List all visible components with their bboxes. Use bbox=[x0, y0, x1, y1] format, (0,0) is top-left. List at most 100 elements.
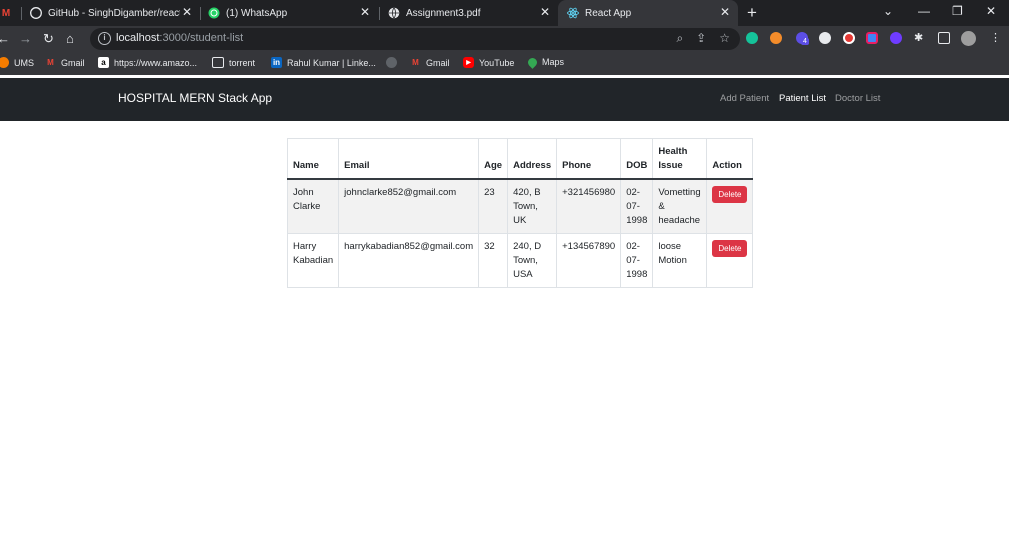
extension-purple-icon[interactable]: 4 bbox=[796, 32, 809, 45]
bookmark-gmail[interactable]: M Gmail bbox=[45, 57, 85, 68]
cell-email: johnclarke852@gmail.com bbox=[338, 178, 480, 234]
globe-icon bbox=[386, 57, 397, 68]
globe-icon bbox=[388, 7, 400, 19]
cell-action: Delete bbox=[706, 232, 754, 288]
table-body: John Clarke johnclarke852@gmail.com 23 4… bbox=[286, 178, 754, 288]
bookmark-youtube[interactable]: ▶ YouTube bbox=[463, 57, 514, 68]
cell-dob: 02-07-1998 bbox=[620, 178, 654, 234]
cell-address: 420, B Town, UK bbox=[507, 178, 558, 234]
close-icon[interactable]: ✕ bbox=[182, 6, 192, 18]
extension-white-icon[interactable] bbox=[819, 32, 831, 44]
share-icon[interactable]: ⇪ bbox=[696, 31, 706, 46]
menu-kebab-icon[interactable]: ⋮ bbox=[990, 32, 1002, 44]
back-button[interactable]: ← bbox=[0, 31, 10, 47]
col-header-action: Action bbox=[706, 138, 754, 180]
tab-separator bbox=[379, 7, 380, 20]
grammarly-icon[interactable] bbox=[746, 32, 758, 44]
tab-title: GitHub - SinghDigamber/react-m bbox=[48, 7, 180, 19]
react-icon bbox=[567, 7, 579, 19]
nav-doctor-list[interactable]: Doctor List bbox=[835, 93, 880, 104]
home-button[interactable]: ⌂ bbox=[66, 31, 74, 47]
bookmark-label: Rahul Kumar | Linke... bbox=[287, 57, 376, 68]
url-host: localhost bbox=[116, 32, 160, 44]
reload-button[interactable]: ↻ bbox=[43, 31, 54, 47]
nav-patient-list[interactable]: Patient List bbox=[779, 93, 826, 104]
tab-github[interactable]: GitHub - SinghDigamber/react-m ✕ bbox=[28, 0, 200, 26]
tab-separator bbox=[21, 7, 22, 20]
forward-button[interactable]: → bbox=[19, 31, 32, 47]
tab-separator bbox=[200, 7, 201, 20]
delete-button[interactable]: Delete bbox=[712, 239, 748, 257]
tab-whatsapp[interactable]: (1) WhatsApp ✕ bbox=[206, 0, 378, 26]
extension-square-icon[interactable] bbox=[866, 32, 878, 44]
bookmark-ums[interactable]: UMS bbox=[0, 57, 34, 68]
extension-record-icon[interactable] bbox=[843, 32, 855, 44]
delete-button[interactable]: Delete bbox=[712, 185, 748, 203]
tab-assignment-pdf[interactable]: Assignment3.pdf ✕ bbox=[386, 0, 558, 26]
bookmark-globe[interactable] bbox=[386, 57, 402, 68]
cell-health-issue: loose Motion bbox=[652, 232, 708, 288]
bookmark-label: UMS bbox=[14, 57, 34, 68]
bookmark-label: Gmail bbox=[61, 57, 85, 68]
linkedin-icon: in bbox=[271, 57, 282, 68]
gmail-icon: M bbox=[1, 7, 11, 19]
cell-age: 23 bbox=[478, 178, 509, 234]
info-icon[interactable]: i bbox=[98, 32, 111, 45]
cell-name: John Clarke bbox=[286, 178, 340, 234]
bookmark-label: Gmail bbox=[426, 57, 450, 68]
maps-pin-icon bbox=[526, 55, 539, 69]
col-header-address: Address bbox=[507, 138, 558, 180]
github-icon bbox=[30, 7, 42, 19]
bookmark-label: Maps bbox=[542, 57, 565, 67]
bookmark-gmail-2[interactable]: M Gmail bbox=[410, 57, 450, 68]
bookmark-maps[interactable]: Maps bbox=[526, 55, 565, 69]
close-window-button[interactable]: ✕ bbox=[986, 4, 996, 18]
col-header-age: Age bbox=[478, 138, 509, 180]
address-bar-actions: ⌕ ⇪ ☆ bbox=[676, 31, 730, 46]
cell-phone: +321456980 bbox=[556, 178, 622, 234]
profile-avatar-icon[interactable] bbox=[961, 31, 976, 46]
close-icon[interactable]: ✕ bbox=[360, 6, 370, 18]
amazon-icon: a bbox=[98, 57, 109, 68]
table-row: John Clarke johnclarke852@gmail.com 23 4… bbox=[286, 178, 754, 234]
address-bar[interactable]: i localhost:3000/student-list ⌕ ⇪ ☆ bbox=[90, 28, 740, 50]
close-icon[interactable]: ✕ bbox=[540, 6, 550, 18]
cell-dob: 02-07-1998 bbox=[620, 232, 654, 288]
ums-icon bbox=[0, 57, 9, 68]
cell-email: harrykabadian852@gmail.com bbox=[338, 232, 480, 288]
bookmark-label: torrent bbox=[229, 57, 256, 68]
table-row: Harry Kabadian harrykabadian852@gmail.co… bbox=[286, 232, 754, 288]
extension-orange-icon[interactable] bbox=[770, 32, 782, 44]
side-panel-icon[interactable] bbox=[938, 32, 950, 44]
bookmark-star-icon[interactable]: ☆ bbox=[719, 31, 730, 46]
url-path: :3000/student-list bbox=[159, 32, 244, 44]
minimize-button[interactable]: — bbox=[918, 4, 930, 18]
cell-phone: +134567890 bbox=[556, 232, 622, 288]
cell-name: Harry Kabadian bbox=[286, 232, 340, 288]
puzzle-icon[interactable]: ✱ bbox=[914, 32, 926, 44]
bookmark-torrent[interactable]: torrent bbox=[212, 57, 255, 68]
app-brand[interactable]: HOSPITAL MERN Stack App bbox=[118, 91, 272, 105]
bookmark-linkedin[interactable]: in Rahul Kumar | Linke... bbox=[271, 57, 376, 68]
new-tab-button[interactable]: + bbox=[747, 3, 757, 23]
table-header-row: Name Email Age Address Phone DOB Health … bbox=[286, 138, 754, 180]
tab-search-chevron-icon[interactable]: ⌄ bbox=[883, 4, 893, 18]
patient-table: Name Email Age Address Phone DOB Health … bbox=[286, 138, 754, 288]
close-icon[interactable]: ✕ bbox=[720, 6, 730, 18]
restore-button[interactable]: ❐ bbox=[952, 4, 963, 18]
url-text[interactable]: localhost:3000/student-list bbox=[116, 32, 243, 44]
nav-add-patient[interactable]: Add Patient bbox=[720, 93, 769, 104]
app-navbar: HOSPITAL MERN Stack App Add Patient Pati… bbox=[0, 78, 1009, 121]
monitor-icon bbox=[212, 57, 224, 68]
tab-gmail[interactable]: M bbox=[0, 0, 20, 26]
zoom-icon[interactable]: ⌕ bbox=[676, 31, 683, 46]
extension-gear-icon[interactable] bbox=[890, 32, 902, 44]
col-header-email: Email bbox=[338, 138, 480, 180]
cell-action: Delete bbox=[706, 178, 754, 234]
youtube-icon: ▶ bbox=[463, 57, 474, 68]
bookmark-amazon[interactable]: a https://www.amazo... bbox=[98, 57, 197, 68]
cell-age: 32 bbox=[478, 232, 509, 288]
tab-title: React App bbox=[585, 7, 632, 19]
col-header-health-issue: Health Issue bbox=[652, 138, 708, 180]
tab-react-app[interactable]: React App ✕ bbox=[558, 0, 738, 26]
